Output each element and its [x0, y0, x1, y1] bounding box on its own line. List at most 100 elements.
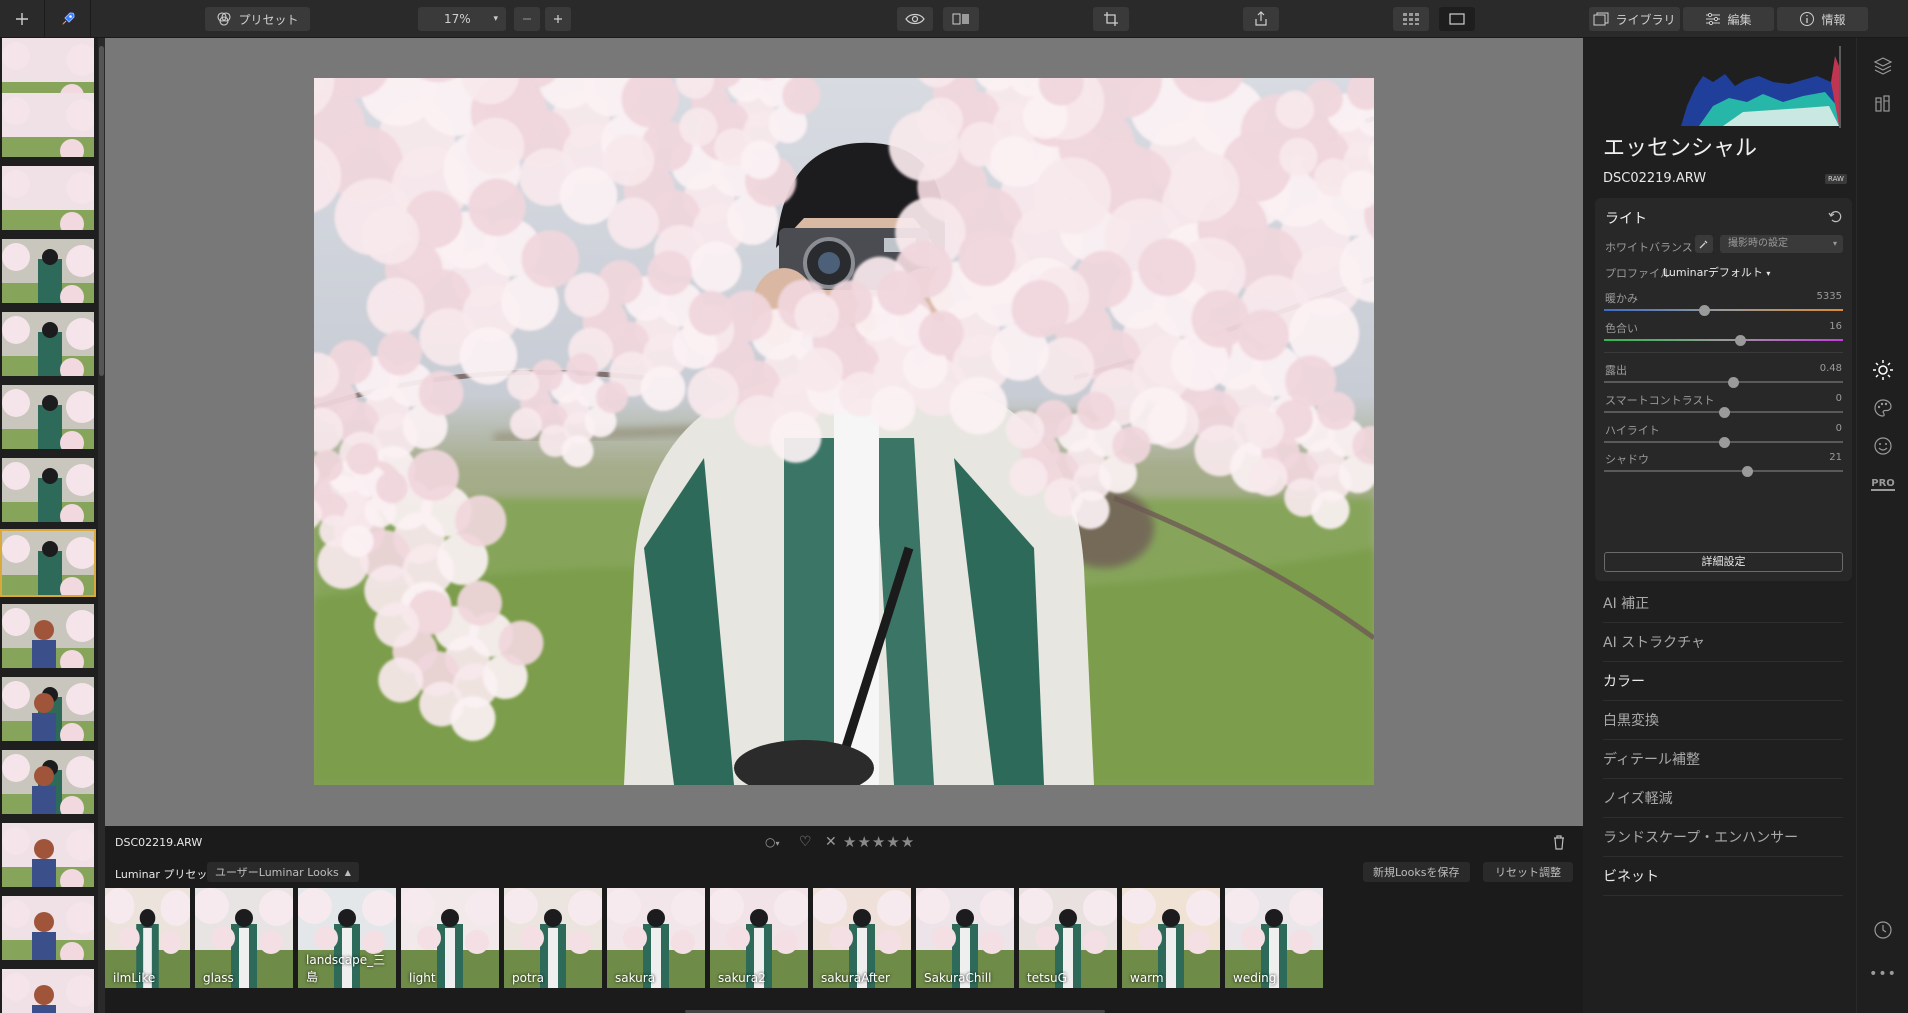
filmstrip-thumbnail[interactable]	[0, 383, 96, 451]
panel-section[interactable]: ビネット	[1603, 858, 1843, 896]
filmstrip-thumbnail[interactable]	[0, 967, 96, 1013]
save-looks-label: 新規Looksを保存	[1373, 866, 1460, 879]
main-photo[interactable]	[314, 78, 1374, 785]
add-icon[interactable]	[8, 7, 36, 31]
slider-value[interactable]: 5335	[1817, 291, 1842, 302]
tab-edit[interactable]: 編集	[1683, 7, 1774, 31]
light-section-title[interactable]: ライト	[1605, 208, 1647, 228]
canvas-icon[interactable]	[1871, 92, 1895, 116]
reject-icon[interactable]: ✕	[825, 834, 837, 850]
filmstrip-thumbnail[interactable]	[0, 456, 96, 524]
preset-collection-select[interactable]: ユーザーLuminar Looks ▲	[207, 862, 359, 882]
portrait-face-icon[interactable]	[1871, 434, 1895, 458]
slider-track[interactable]	[1604, 335, 1843, 346]
slider-track[interactable]	[1604, 305, 1843, 316]
reset-icon[interactable]	[1828, 208, 1842, 227]
slider-knob[interactable]	[1699, 305, 1711, 316]
preset-item[interactable]: tetsuG	[1019, 888, 1117, 988]
slider-value[interactable]: 21	[1829, 452, 1842, 463]
filmstrip-thumbnail[interactable]	[0, 91, 96, 159]
color-label-icon[interactable]: ○▾	[765, 835, 780, 849]
zoom-select[interactable]: 17% ▾	[418, 7, 506, 31]
slider-knob[interactable]	[1718, 437, 1730, 448]
filmstrip-scrollbar[interactable]	[98, 38, 105, 1013]
preset-item[interactable]: sakuraAfter	[813, 888, 911, 988]
reset-adjustments-button[interactable]: リセット調整	[1483, 862, 1573, 882]
slider-value[interactable]: 16	[1829, 321, 1842, 332]
essentials-sun-icon[interactable]	[1871, 358, 1895, 382]
filmstrip-thumbnail[interactable]	[0, 894, 96, 962]
eyedropper-icon[interactable]	[1695, 235, 1713, 253]
panel-section[interactable]: AI ストラクチャ	[1603, 624, 1843, 662]
filmstrip-thumbnail[interactable]	[0, 529, 96, 597]
preset-item[interactable]: SakuraChill	[916, 888, 1014, 988]
single-view-button[interactable]	[1439, 7, 1475, 31]
preset-category[interactable]: Luminar プリセット	[115, 866, 218, 882]
slider-track[interactable]	[1604, 377, 1843, 388]
preset-item[interactable]: glass	[195, 888, 293, 988]
preset-item[interactable]: warm	[1122, 888, 1220, 988]
compare-button[interactable]	[943, 7, 979, 31]
filmstrip-thumbnail[interactable]	[0, 675, 96, 743]
preset-item[interactable]: landscape_三島	[298, 888, 396, 988]
chevron-down-icon: ▾	[493, 14, 498, 24]
filmstrip-thumbnail[interactable]	[0, 310, 96, 378]
layers-icon[interactable]	[1871, 54, 1895, 78]
history-clock-icon[interactable]	[1871, 918, 1895, 942]
preset-collection-label: ユーザーLuminar Looks	[215, 866, 339, 879]
zoom-out-button[interactable]	[514, 7, 540, 31]
panel-section[interactable]: カラー	[1603, 663, 1843, 701]
filmstrip-thumbnail[interactable]	[0, 237, 96, 305]
preset-button[interactable]: プリセット	[205, 7, 310, 31]
trash-icon[interactable]	[1552, 834, 1566, 854]
tab-info[interactable]: 情報	[1777, 7, 1868, 31]
slider-value[interactable]: 0.48	[1820, 363, 1842, 374]
filmstrip-thumbnail[interactable]	[0, 164, 96, 232]
filmstrip-thumbnail[interactable]	[0, 821, 96, 889]
slider-knob[interactable]	[1728, 377, 1740, 388]
crop-button[interactable]	[1093, 7, 1129, 31]
rocket-icon[interactable]	[54, 7, 82, 31]
preview-button[interactable]	[897, 7, 933, 31]
filmstrip-thumbnail[interactable]	[0, 602, 96, 670]
preset-item[interactable]: weding	[1225, 888, 1323, 988]
profile-select[interactable]: Luminarデフォルト ▾	[1663, 264, 1770, 280]
save-looks-button[interactable]: 新規Looksを保存	[1363, 862, 1470, 882]
preset-item[interactable]: light	[401, 888, 499, 988]
slider-knob[interactable]	[1742, 466, 1754, 477]
panel-section[interactable]: AI 補正	[1603, 585, 1843, 623]
panel-section[interactable]: ノイズ軽減	[1603, 780, 1843, 818]
share-button[interactable]	[1243, 7, 1279, 31]
grid-view-button[interactable]	[1393, 7, 1429, 31]
rating-stars[interactable]: ★★★★★	[843, 833, 915, 851]
reset-adjustments-label: リセット調整	[1495, 866, 1561, 879]
panel-section[interactable]: ランドスケープ・エンハンサー	[1603, 819, 1843, 857]
creative-palette-icon[interactable]	[1871, 396, 1895, 420]
more-options-icon[interactable]: •••	[1869, 962, 1896, 986]
preset-item[interactable]: potra	[504, 888, 602, 988]
panel-section[interactable]: ディテール補整	[1603, 741, 1843, 779]
tab-library[interactable]: ライブラリ	[1589, 7, 1680, 31]
white-balance-select[interactable]: 撮影時の設定 ▾	[1720, 235, 1843, 253]
preset-item[interactable]: ilmLike	[105, 888, 190, 988]
tab-library-label: ライブラリ	[1615, 12, 1676, 27]
preset-name: light	[409, 971, 436, 985]
sliders-icon	[1706, 12, 1721, 26]
zoom-in-button[interactable]	[545, 7, 571, 31]
slider-track[interactable]	[1604, 407, 1843, 418]
slider-knob[interactable]	[1718, 407, 1730, 418]
filmstrip-thumbnail[interactable]	[0, 748, 96, 816]
pro-tools-icon[interactable]: PRO	[1871, 472, 1895, 496]
slider-value[interactable]: 0	[1836, 393, 1842, 404]
advanced-settings-button[interactable]: 詳細設定	[1604, 552, 1843, 572]
slider-knob[interactable]	[1735, 335, 1747, 346]
slider-track[interactable]	[1604, 437, 1843, 448]
slider-track[interactable]	[1604, 466, 1843, 477]
current-filename: DSC02219.ARW	[115, 836, 203, 849]
image-canvas[interactable]	[105, 38, 1583, 826]
panel-section[interactable]: 白黒変換	[1603, 702, 1843, 740]
slider-value[interactable]: 0	[1836, 423, 1842, 434]
heart-icon[interactable]: ♡	[799, 834, 812, 850]
preset-item[interactable]: sakura	[607, 888, 705, 988]
preset-item[interactable]: sakura2	[710, 888, 808, 988]
